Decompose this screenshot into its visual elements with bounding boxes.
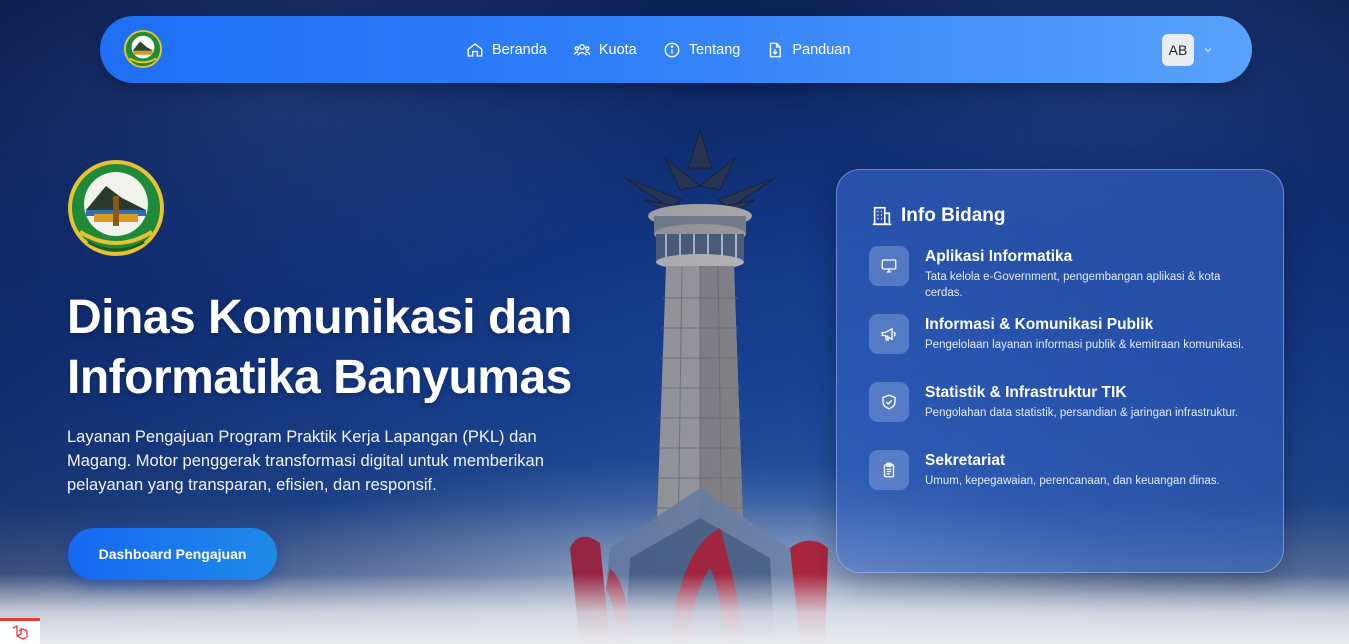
info-item-title: Aplikasi Informatika	[925, 248, 1073, 265]
info-list: Aplikasi Informatika Tata kelola e-Gover…	[869, 246, 1259, 518]
info-item-informasi: Informasi & Komunikasi Publik Pengelolaa…	[869, 314, 1259, 382]
chevron-down-icon[interactable]	[1202, 44, 1214, 56]
monitor-icon	[881, 259, 897, 273]
info-item-title: Informasi & Komunikasi Publik	[925, 316, 1154, 333]
nav-kuota-label: Kuota	[598, 41, 637, 58]
title-line-1: Dinas Komunikasi dan	[67, 291, 572, 344]
info-item-desc: Pengelolaan layanan informasi publik & k…	[925, 339, 1244, 351]
avatar[interactable]: AB	[1162, 34, 1194, 66]
info-item-statistik: Statistik & Infrastruktur TIK Pengolahan…	[869, 382, 1259, 450]
document-icon	[770, 42, 782, 57]
shield-check-icon	[882, 394, 896, 410]
shield-check-icon-wrap	[869, 382, 909, 422]
banyumas-emblem-icon	[68, 160, 164, 256]
dashboard-pengajuan-button[interactable]: Dashboard Pengajuan	[68, 528, 277, 580]
info-title: Info Bidang	[901, 205, 1006, 226]
page-title: Dinas Komunikasi dan Informatika Banyuma…	[67, 288, 627, 408]
title-line-2: Informatika Banyumas	[67, 351, 572, 404]
info-item-desc: Pengolahan data statistik, persandian & …	[925, 407, 1239, 419]
clipboard-icon-wrap	[869, 450, 909, 490]
info-item-title: Sekretariat	[925, 452, 1006, 469]
banyumas-logo-icon[interactable]	[124, 30, 162, 68]
nav-tentang[interactable]: Tentang	[663, 41, 741, 59]
clipboard-icon	[883, 462, 895, 478]
info-item-desc: Umum, kepegawaian, perencanaan, dan keua…	[925, 475, 1220, 487]
megaphone-icon-wrap	[869, 314, 909, 354]
info-icon	[664, 42, 680, 57]
nav-links: Beranda Kuota Tentang Panduan	[466, 16, 850, 83]
monitor-icon-wrap	[869, 246, 909, 286]
top-navbar: Beranda Kuota Tentang Panduan AB	[100, 16, 1252, 83]
info-text: Informasi & Komunikasi Publik Pengelolaa…	[925, 314, 1244, 382]
building-icon	[872, 206, 892, 226]
laravel-icon	[12, 624, 28, 640]
info-header: Info Bidang	[871, 205, 1005, 227]
ground-fade	[0, 574, 1349, 644]
nav-beranda[interactable]: Beranda	[466, 41, 547, 59]
info-item-sekretariat: Sekretariat Umum, kepegawaian, perencana…	[869, 450, 1259, 518]
nav-tentang-label: Tentang	[688, 41, 741, 58]
info-item-title: Statistik & Infrastruktur TIK	[925, 384, 1127, 401]
info-bidang-card: Info Bidang Aplikasi Informatika Tata ke…	[836, 169, 1284, 573]
nav-beranda-label: Beranda	[492, 41, 547, 58]
home-icon	[467, 42, 483, 57]
laravel-debug-badge[interactable]	[0, 618, 40, 644]
info-item-aplikasi: Aplikasi Informatika Tata kelola e-Gover…	[869, 246, 1259, 314]
info-text: Sekretariat Umum, kepegawaian, perencana…	[925, 450, 1220, 518]
megaphone-icon	[881, 327, 896, 341]
users-icon	[573, 43, 591, 56]
nav-kuota[interactable]: Kuota	[573, 41, 637, 59]
info-item-desc: Tata kelola e-Government, pengembangan a…	[925, 271, 1221, 299]
info-text: Aplikasi Informatika Tata kelola e-Gover…	[925, 246, 1259, 314]
nav-panduan-label: Panduan	[792, 41, 851, 58]
nav-panduan[interactable]: Panduan	[766, 41, 850, 59]
hero-description: Layanan Pengajuan Program Praktik Kerja …	[67, 428, 544, 494]
user-menu[interactable]: AB	[1162, 34, 1214, 66]
info-text: Statistik & Infrastruktur TIK Pengolahan…	[925, 382, 1238, 450]
